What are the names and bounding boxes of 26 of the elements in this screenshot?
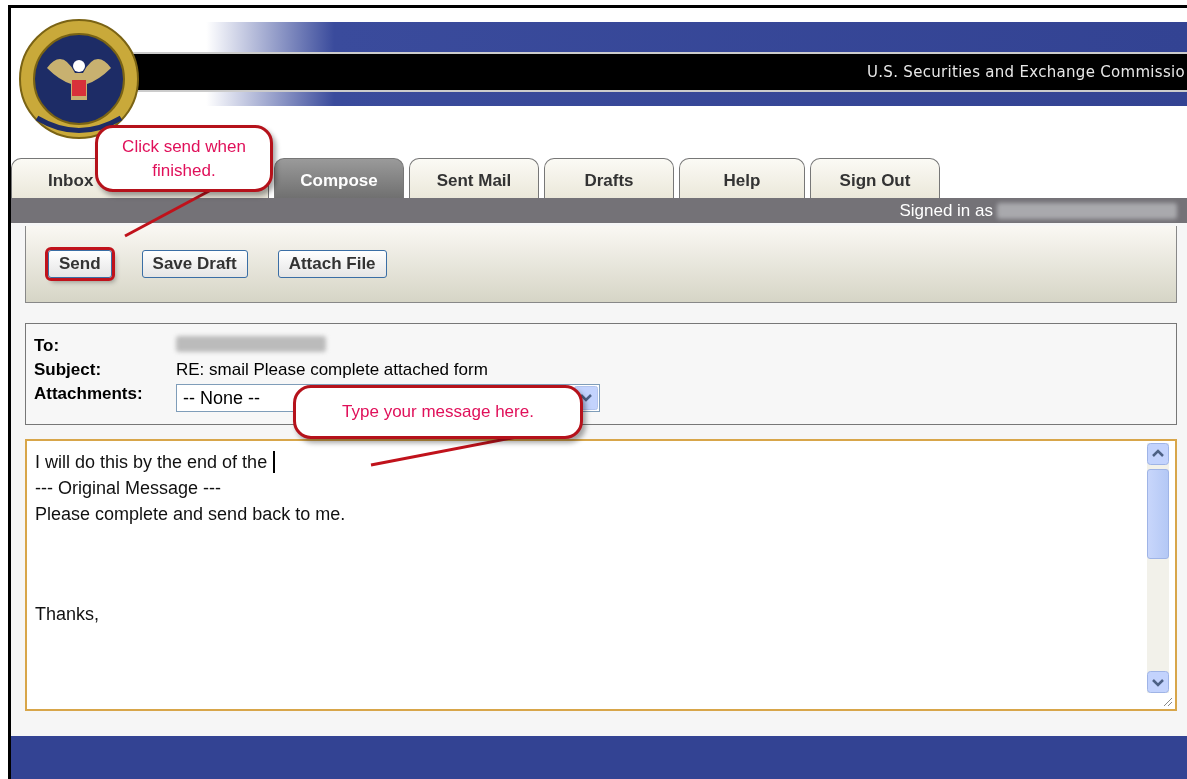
field-label: Subject: bbox=[34, 360, 103, 380]
field-label: To: bbox=[34, 336, 61, 356]
message-line: Please complete and send back to me. bbox=[35, 503, 346, 526]
nav-tab[interactable]: Help bbox=[679, 158, 805, 198]
message-body-field[interactable]: I will do this by the end of the --- Original Message --- Please complete and send back to me. Thanks, bbox=[25, 439, 1177, 711]
hint-tooltip: Type your message here. bbox=[293, 385, 583, 439]
message-line: --- Original Message --- bbox=[35, 477, 222, 500]
nav-tab[interactable]: Drafts bbox=[544, 158, 674, 198]
scroll-up-icon[interactable] bbox=[1147, 443, 1169, 465]
nav-tab[interactable]: Sign Out bbox=[810, 158, 940, 198]
message-line: Thanks, bbox=[35, 603, 100, 626]
nav-tab[interactable]: Sent Mail bbox=[409, 158, 539, 198]
subject-value: RE: smail Please complete attached form bbox=[176, 360, 488, 379]
scrollbar-thumb[interactable] bbox=[1147, 469, 1169, 559]
scroll-down-icon[interactable] bbox=[1147, 671, 1169, 693]
resize-grip-icon[interactable] bbox=[1163, 697, 1173, 707]
site-title: U.S. Securities and Exchange Commissio bbox=[867, 63, 1185, 81]
nav-tab[interactable]: Compose bbox=[274, 158, 404, 198]
hint-tooltip: Click send when finished. bbox=[95, 125, 273, 192]
text-cursor bbox=[273, 451, 275, 473]
toolbar-button[interactable]: Attach File bbox=[277, 250, 387, 278]
signed-in-label: Signed in as bbox=[899, 200, 993, 221]
toolbar-button[interactable]: Save Draft bbox=[141, 250, 248, 278]
message-line: I will do this by the end of the bbox=[35, 451, 268, 474]
toolbar-button[interactable]: Send bbox=[48, 250, 112, 278]
field-label: Attachments: bbox=[34, 384, 144, 404]
